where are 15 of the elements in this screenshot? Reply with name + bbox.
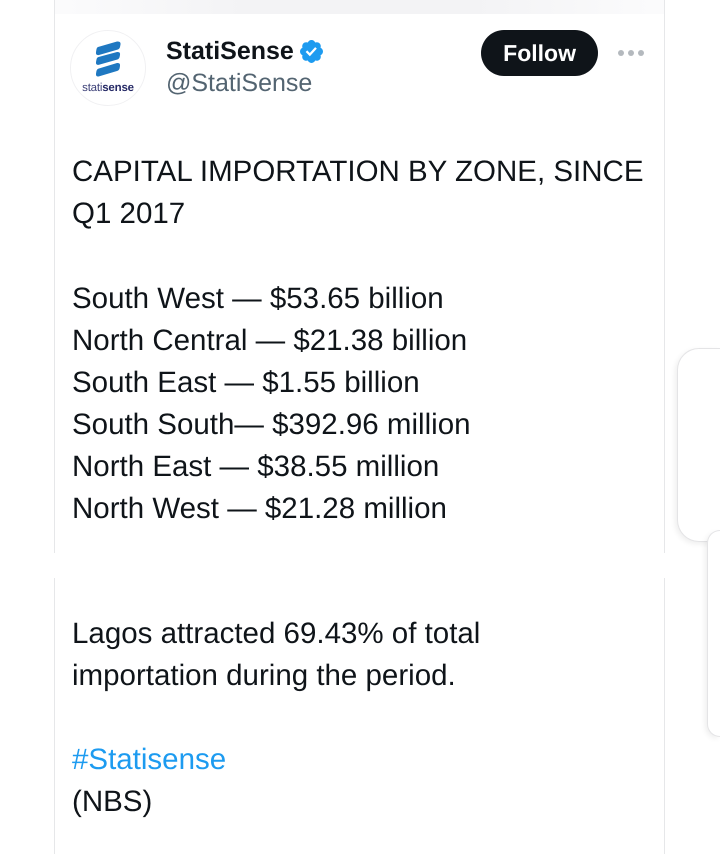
account-handle: @StatiSense	[166, 68, 314, 98]
zone-amount-line: North West — $21.28 million	[72, 491, 448, 527]
zone-amount-line: South East — $1.55 billion	[72, 365, 421, 401]
summary-text: Lagos attracted 69.43% of total importation during the period.	[72, 616, 482, 694]
logo-text: statisense	[82, 83, 134, 94]
post-title: CAPITAL IMPORTATION BY ZONE, SINCE Q1 2017	[72, 154, 645, 232]
zone-amount-line: South South— $392.96 million	[72, 407, 472, 443]
source-text: (NBS)	[72, 784, 152, 820]
more-icon[interactable]	[618, 50, 644, 56]
logo-icon	[95, 41, 121, 77]
account-name: StatiSense	[166, 36, 294, 66]
zone-amount-line: South West — $53.65 billion	[72, 281, 445, 317]
zone-amount-line: North East — $38.55 million	[72, 449, 440, 485]
follow-button[interactable]: Follow	[481, 30, 598, 76]
zone-amount-line: North Central — $21.38 billion	[72, 323, 468, 359]
